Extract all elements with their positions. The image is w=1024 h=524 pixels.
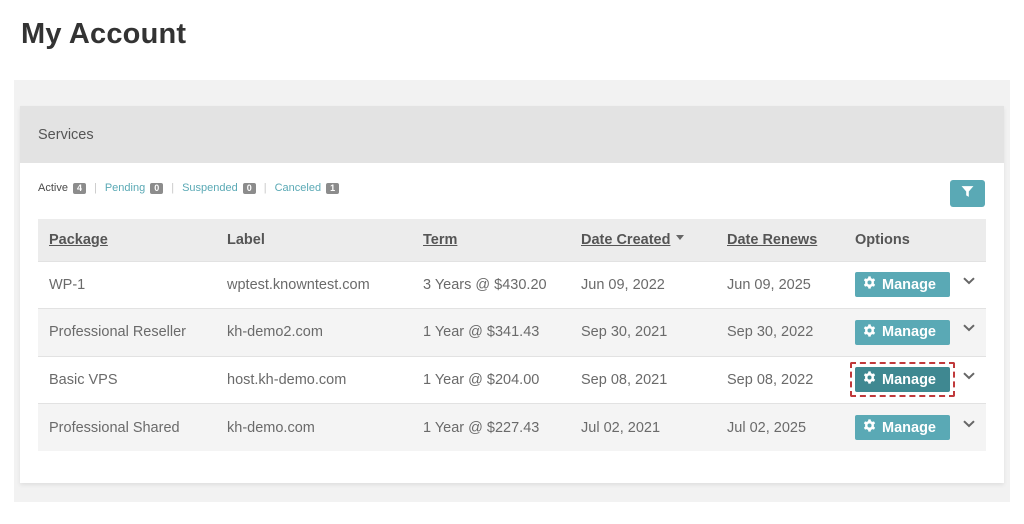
separator: | <box>93 182 97 194</box>
services-panel: Services Active 4 | Pending 0 | Suspende… <box>20 106 1004 483</box>
filter-button[interactable] <box>950 180 985 207</box>
chevron-down-icon[interactable] <box>963 372 975 380</box>
manage-button-label: Manage <box>882 276 936 293</box>
cell-options: Manage <box>844 356 986 404</box>
table-row: Basic VPS host.kh-demo.com 1 Year @ $204… <box>38 356 986 404</box>
cell-options: Manage <box>844 404 986 452</box>
cell-date-created: Jul 02, 2021 <box>581 419 661 436</box>
cell-options: Manage <box>844 309 986 357</box>
cell-date-renews: Jun 09, 2025 <box>727 276 811 293</box>
highlighted-manage-button-wrap: Manage <box>850 362 955 398</box>
cell-date-renews: Sep 08, 2022 <box>727 371 814 388</box>
options-group: Manage <box>855 319 986 345</box>
services-table: Package Label Term Date Created Date Ren… <box>38 219 986 451</box>
cell-date-created: Sep 30, 2021 <box>581 324 668 341</box>
page-title: My Account <box>21 18 187 50</box>
manage-button[interactable]: Manage <box>855 272 950 298</box>
status-filter-pending[interactable]: Pending 0 <box>105 182 164 194</box>
gear-icon <box>863 324 876 341</box>
header-package[interactable]: Package <box>38 219 216 261</box>
cell-term: 1 Year @ $204.00 <box>423 371 540 388</box>
cell-label: kh-demo.com <box>227 419 315 436</box>
status-filters: Active 4 | Pending 0 | Suspended 0 | Can… <box>38 182 340 194</box>
chevron-down-icon[interactable] <box>963 419 975 428</box>
count-badge: 4 <box>72 182 86 194</box>
separator: | <box>263 182 267 194</box>
status-label[interactable]: Canceled <box>275 182 321 194</box>
gear-icon <box>863 419 876 436</box>
cell-date-renews: Sep 30, 2022 <box>727 324 814 341</box>
manage-button-wrap: Manage <box>855 272 950 298</box>
header-date-renews-label[interactable]: Date Renews <box>727 232 817 248</box>
status-label[interactable]: Suspended <box>182 182 238 194</box>
options-group: Manage <box>850 362 986 398</box>
manage-button[interactable]: Manage <box>855 415 950 440</box>
manage-button-label: Manage <box>882 419 936 436</box>
options-group: Manage <box>855 415 986 440</box>
cell-term: 1 Year @ $227.43 <box>423 419 540 436</box>
table-row: Professional Shared kh-demo.com 1 Year @… <box>38 403 986 452</box>
count-badge: 0 <box>150 182 164 194</box>
cell-date-renews: Jul 02, 2025 <box>727 419 807 436</box>
cell-label: kh-demo2.com <box>227 324 323 341</box>
header-label-label: Label <box>227 231 265 248</box>
table-header-row: Package Label Term Date Created Date Ren… <box>38 219 986 261</box>
count-badge: 1 <box>326 182 340 194</box>
cell-term: 1 Year @ $341.43 <box>423 324 540 341</box>
cell-term: 3 Years @ $430.20 <box>423 276 547 293</box>
header-package-label[interactable]: Package <box>49 232 108 248</box>
header-date-created-label[interactable]: Date Created <box>581 232 670 248</box>
separator: | <box>171 182 175 194</box>
manage-button-label: Manage <box>882 324 936 341</box>
cell-date-created: Sep 08, 2021 <box>581 371 668 388</box>
gear-icon <box>863 276 876 293</box>
status-filter-active[interactable]: Active 4 <box>38 182 86 194</box>
cell-package: Professional Shared <box>49 419 180 436</box>
sort-desc-icon <box>676 235 685 241</box>
header-term-label[interactable]: Term <box>423 232 457 248</box>
cell-options: Manage <box>844 261 986 309</box>
manage-button-label: Manage <box>882 371 936 388</box>
count-badge: 0 <box>242 182 256 194</box>
cell-package: WP-1 <box>49 276 86 293</box>
options-group: Manage <box>855 272 986 298</box>
cell-label: host.kh-demo.com <box>227 371 347 388</box>
header-options: Options <box>844 219 986 261</box>
cell-package: Professional Reseller <box>49 324 187 341</box>
status-label: Active <box>38 182 68 194</box>
panel-header: Services <box>20 106 1004 163</box>
header-term[interactable]: Term <box>412 219 570 261</box>
header-options-label: Options <box>855 231 910 248</box>
manage-button-wrap: Manage <box>855 415 950 440</box>
table-row: Professional Reseller kh-demo2.com 1 Yea… <box>38 308 986 357</box>
chevron-down-icon[interactable] <box>963 324 975 332</box>
cell-date-created: Jun 09, 2022 <box>581 276 665 293</box>
manage-button-wrap: Manage <box>855 319 950 345</box>
cell-package: Basic VPS <box>49 371 118 388</box>
gear-icon <box>863 371 876 388</box>
header-date-created[interactable]: Date Created <box>570 219 716 261</box>
table-row: WP-1 wptest.knowntest.com 3 Years @ $430… <box>38 261 986 309</box>
manage-button[interactable]: Manage <box>855 367 950 393</box>
chevron-down-icon[interactable] <box>963 277 975 285</box>
header-label: Label <box>216 219 412 261</box>
filter-icon <box>961 185 974 203</box>
manage-button[interactable]: Manage <box>855 319 950 345</box>
panel-title: Services <box>38 126 94 143</box>
status-label[interactable]: Pending <box>105 182 145 194</box>
header-date-renews[interactable]: Date Renews <box>716 219 844 261</box>
cell-label: wptest.knowntest.com <box>227 276 370 293</box>
status-filter-canceled[interactable]: Canceled 1 <box>275 182 340 194</box>
status-filter-suspended[interactable]: Suspended 0 <box>182 182 256 194</box>
